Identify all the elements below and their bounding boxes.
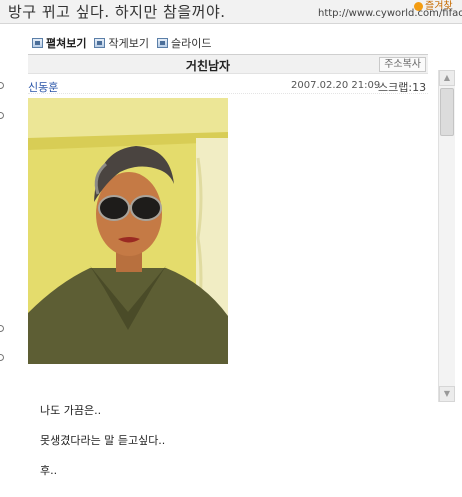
post-date: 2007.02.20 21:09 — [291, 80, 381, 91]
author-link[interactable]: 신동훈 — [28, 79, 58, 95]
scroll-thumb[interactable] — [440, 88, 454, 136]
tab-slideshow[interactable]: 슬라이드 — [156, 35, 212, 51]
view-mode-tabs: 펼쳐보기 작게보기 슬라이드 — [32, 34, 219, 52]
photo-view-icon — [32, 38, 43, 48]
scroll-up-button[interactable]: ▲ — [439, 70, 455, 86]
window-title: 방구 뀌고 싶다. 하지만 참을꺼야. — [8, 3, 226, 21]
vertical-scrollbar[interactable]: ▲ ▼ — [438, 70, 455, 402]
post-meta: 신동훈 2007.02.20 21:09 스크랩:13 — [28, 78, 428, 94]
post-body: 나도 가끔은.. 못생겼다라는 말 듣고싶다.. 후.. — [40, 403, 165, 493]
tab-label: 슬라이드 — [170, 37, 212, 50]
tab-expanded-view[interactable]: 펼쳐보기 — [32, 35, 86, 51]
photo-illustration — [28, 98, 228, 364]
page-url[interactable]: http://www.cyworld.com/fifaonli — [318, 8, 462, 19]
post-photo — [28, 98, 228, 364]
tab-label: 펼쳐보기 — [46, 37, 87, 50]
photo-view-icon — [156, 38, 168, 48]
post-header: 거친남자 주소복사 — [28, 54, 428, 74]
tab-small-view[interactable]: 작게보기 — [94, 35, 149, 51]
body-line: 후.. — [40, 464, 58, 477]
copy-address-button[interactable]: 주소복사 — [379, 57, 426, 72]
window-title-bar: 방구 뀌고 싶다. 하지만 참을꺼야. 즐겨찾 http://www.cywor… — [0, 0, 462, 24]
post-content: 펼쳐보기 작게보기 슬라이드 거친남자 주소복사 신동훈 2007.02.20 … — [28, 30, 428, 497]
body-line: 못생겼다라는 말 듣고싶다.. — [40, 434, 166, 447]
bullet-icon — [0, 112, 4, 119]
scroll-down-button[interactable]: ▼ — [439, 386, 455, 402]
tab-label: 작게보기 — [108, 37, 149, 50]
bullet-icon — [0, 354, 4, 361]
scrap-count[interactable]: 스크랩:13 — [378, 79, 426, 95]
post-title: 거친남자 — [185, 59, 231, 73]
left-edge-markers — [0, 0, 6, 497]
bullet-icon — [0, 325, 4, 332]
body-line: 나도 가끔은.. — [40, 404, 102, 417]
bullet-icon — [0, 82, 4, 89]
photo-view-icon — [94, 38, 106, 48]
